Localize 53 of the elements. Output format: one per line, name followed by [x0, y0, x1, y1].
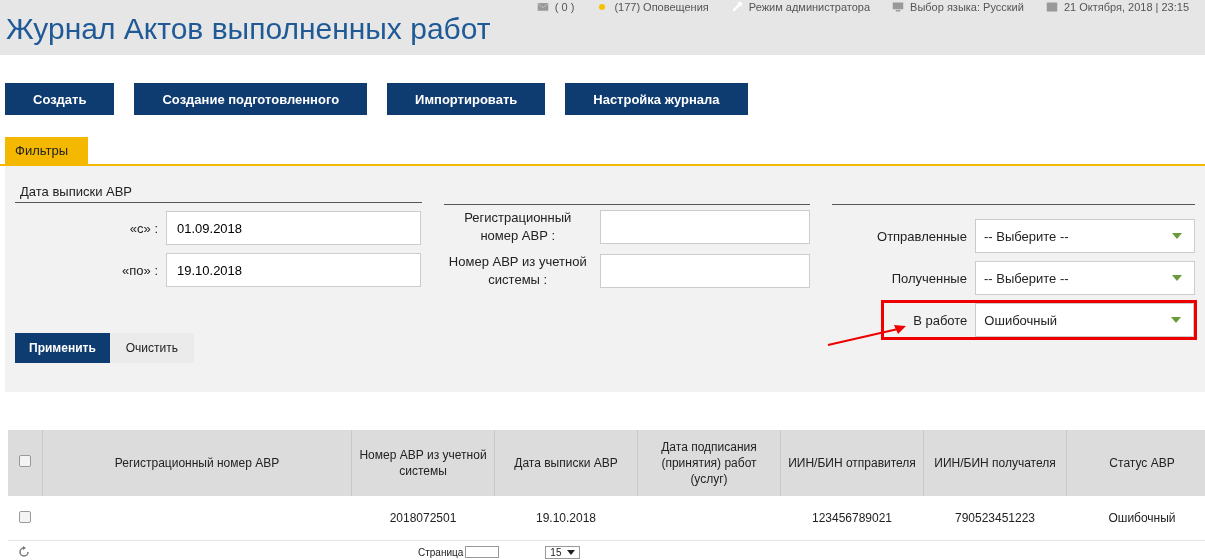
checkbox[interactable] [19, 455, 31, 467]
field-label: «по» : [121, 262, 158, 278]
group-title: Дата выписки АВР [15, 184, 422, 203]
clear-button[interactable]: Очистить [109, 333, 194, 363]
caret-icon [567, 549, 576, 555]
caret-icon [1171, 275, 1182, 281]
caret-icon [1171, 233, 1182, 239]
monitor-icon [892, 0, 905, 13]
column-header[interactable]: Дата подписания (принятия) работ (услуг) [637, 430, 781, 496]
page-title: Журнал Актов выполненных работ [6, 13, 492, 45]
envelope-icon [536, 0, 549, 13]
dropdown[interactable]: -- Выберите -- [974, 219, 1195, 253]
filters-tab[interactable]: Фильтры [5, 137, 88, 164]
field-label: Регистрационный номер АВР : [463, 209, 573, 245]
action-button[interactable]: Настройка журнала [565, 83, 748, 115]
column-header[interactable]: Дата выписки АВР [494, 430, 638, 496]
column-header[interactable]: Регистрационный номер АВР [42, 430, 352, 496]
checkbox[interactable] [19, 510, 32, 523]
wrench-icon [730, 0, 743, 13]
field-label: В работе [912, 312, 968, 328]
field-label: Отправленные [876, 228, 967, 244]
top-bar-link[interactable]: 21 Октября, 2018 | 23:15 [1063, 0, 1189, 13]
page-size-dropdown[interactable]: 15 [545, 545, 581, 559]
refresh-icon [18, 546, 30, 558]
table-cell: 123456789021 [780, 496, 924, 541]
dropdown[interactable]: -- Выберите -- [974, 261, 1195, 295]
field-label: Номер АВР из учетной системы : [447, 253, 588, 289]
column-header[interactable]: ИИН/БИН отправителя [780, 430, 924, 496]
action-button[interactable]: Создание подготовленного [134, 83, 368, 115]
table-cell: 790523451223 [923, 496, 1067, 541]
text-input[interactable] [599, 210, 810, 244]
page-label: Страница [418, 546, 464, 558]
table-cell: 2018072501 [351, 496, 495, 541]
table-cell: 19.10.2018 [494, 496, 638, 541]
caret-icon [1170, 317, 1181, 323]
table-cell: Ошибочный [1066, 496, 1205, 541]
column-header[interactable]: ИИН/БИН получателя [923, 430, 1067, 496]
field-label: Полученные [890, 270, 967, 286]
action-button[interactable]: Создать [5, 83, 115, 115]
top-bar-link[interactable]: ( 0 ) [554, 0, 575, 13]
date-input[interactable]: 01.09.2018 [166, 211, 421, 245]
page-input[interactable] [465, 546, 500, 558]
top-bar-link[interactable]: Режим администратора [748, 0, 871, 13]
date-input[interactable]: 19.10.2018 [166, 253, 421, 287]
action-button[interactable]: Импортировать [387, 83, 546, 115]
field-label: «с» : [128, 220, 158, 236]
column-header[interactable]: Номер АВР из учетной системы [351, 430, 495, 496]
dropdown[interactable]: Ошибочный [975, 303, 1194, 337]
apply-button[interactable]: Применить [15, 333, 110, 363]
top-bar-link[interactable]: (177) Оповещения [614, 0, 709, 13]
column-header[interactable]: Статус АВР [1066, 430, 1205, 496]
top-bar-link[interactable]: Выбор языка: Русский [910, 0, 1024, 13]
text-input[interactable] [599, 254, 810, 288]
